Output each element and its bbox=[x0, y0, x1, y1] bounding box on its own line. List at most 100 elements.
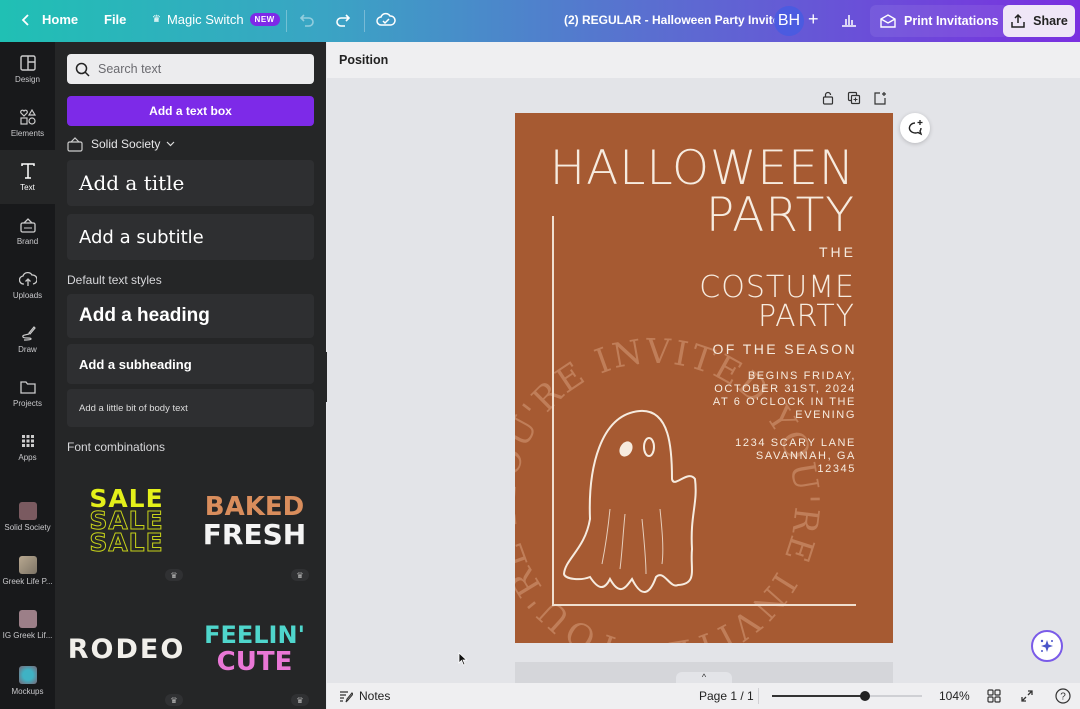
magic-assistant-button[interactable] bbox=[1031, 630, 1063, 662]
cloud-check-icon bbox=[376, 12, 396, 26]
font-combo-feelin-cute[interactable]: FEELIN' CUTE bbox=[197, 594, 312, 704]
text-icon bbox=[20, 163, 35, 179]
undo-icon bbox=[299, 14, 314, 27]
document-title[interactable]: (2) REGULAR - Halloween Party Invite bbox=[564, 13, 779, 27]
rail-item-projects[interactable]: Projects bbox=[0, 366, 55, 420]
print-invitations-button[interactable]: Print Invitations bbox=[870, 5, 1009, 37]
add-body-text-card[interactable]: Add a little bit of body text bbox=[67, 389, 314, 427]
font-combo-baked-fresh[interactable]: BAKED FRESH bbox=[197, 466, 312, 576]
brand-kit-selector[interactable]: Solid Society bbox=[67, 135, 175, 153]
rail-item-elements[interactable]: Elements bbox=[0, 96, 55, 150]
add-subtitle-card[interactable]: Add a subtitle bbox=[67, 214, 314, 260]
rail-item-greek-life[interactable]: Greek Life P... bbox=[0, 544, 55, 598]
detail-line: OCTOBER 31ST, 2024 bbox=[714, 383, 856, 395]
rail-label: Brand bbox=[16, 237, 39, 246]
duplicate-page-button[interactable] bbox=[847, 91, 861, 105]
shapes-icon bbox=[19, 108, 36, 125]
notes-label: Notes bbox=[359, 689, 391, 703]
rail-item-design[interactable]: Design bbox=[0, 42, 55, 96]
zoom-slider-fill bbox=[772, 695, 865, 697]
text-the[interactable]: THE bbox=[819, 245, 856, 259]
address-line: 1234 SCARY LANE bbox=[735, 437, 856, 449]
rail-label: Apps bbox=[18, 453, 37, 462]
title-costume-party[interactable]: PARTY bbox=[758, 302, 855, 332]
position-button[interactable]: Position bbox=[339, 53, 388, 67]
zoom-slider[interactable] bbox=[772, 691, 922, 701]
home-button[interactable]: Home bbox=[20, 12, 78, 27]
project-thumbnail bbox=[18, 556, 37, 574]
mockups-thumbnail bbox=[18, 666, 37, 684]
rail-label: IG Greek Lif... bbox=[2, 631, 53, 640]
magic-switch-button[interactable]: ♛ Magic Switch NEW bbox=[152, 12, 280, 27]
search-icon bbox=[75, 62, 90, 77]
lock-button[interactable] bbox=[821, 91, 835, 105]
page-label: Page 1 / 1 bbox=[699, 689, 754, 703]
premium-crown-icon: ♛ bbox=[291, 569, 309, 581]
add-subheading-card[interactable]: Add a subheading bbox=[67, 344, 314, 384]
insights-button[interactable] bbox=[840, 11, 858, 29]
page-indicator[interactable]: Page 1 / 1 bbox=[699, 683, 754, 709]
magic-switch-label: Magic Switch bbox=[166, 12, 244, 27]
frame-vertical-line bbox=[552, 216, 554, 606]
cloud-save-status[interactable] bbox=[376, 11, 396, 29]
ghost-illustration[interactable] bbox=[560, 409, 700, 599]
zoom-slider-knob[interactable] bbox=[860, 691, 870, 701]
address-line: 12345 bbox=[817, 463, 856, 475]
redo-button[interactable] bbox=[334, 11, 352, 29]
rail-label: Mockups bbox=[11, 687, 44, 696]
fullscreen-button[interactable] bbox=[1020, 683, 1034, 709]
event-address[interactable]: 1234 SCARY LANE SAVANNAH, GA 12345 bbox=[735, 437, 856, 476]
left-rail: Design Elements Text Brand Uploads Draw … bbox=[0, 42, 55, 709]
text-of-the-season[interactable]: OF THE SEASON bbox=[712, 342, 857, 356]
rail-item-uploads[interactable]: Uploads bbox=[0, 258, 55, 312]
combo-line: FRESH bbox=[202, 518, 307, 551]
help-icon: ? bbox=[1055, 688, 1071, 704]
add-subtitle-label: Add a subtitle bbox=[79, 226, 204, 248]
grid-view-button[interactable] bbox=[987, 683, 1001, 709]
add-heading-card[interactable]: Add a heading bbox=[67, 294, 314, 338]
rail-item-brand[interactable]: Brand bbox=[0, 204, 55, 258]
brand-kit-icon bbox=[67, 136, 83, 152]
font-combo-sale[interactable]: SALE SALE SALE bbox=[69, 466, 184, 576]
add-comment-button[interactable] bbox=[900, 113, 930, 143]
add-collaborator-button[interactable]: + bbox=[808, 9, 819, 30]
rail-item-apps[interactable]: Apps bbox=[0, 420, 55, 474]
redo-icon bbox=[336, 14, 351, 27]
address-line: SAVANNAH, GA bbox=[755, 450, 856, 462]
combo-line: SALE bbox=[89, 528, 164, 557]
font-combo-rodeo[interactable]: RODEO bbox=[68, 594, 184, 704]
font-combinations-label: Font combinations bbox=[67, 440, 166, 454]
rail-item-solid-society[interactable]: Solid Society bbox=[0, 490, 55, 544]
notes-button[interactable]: Notes bbox=[339, 683, 390, 709]
project-thumbnail bbox=[18, 502, 37, 520]
avatar[interactable]: BH bbox=[774, 6, 804, 36]
help-button[interactable]: ? bbox=[1055, 683, 1071, 709]
file-menu-button[interactable]: File bbox=[104, 12, 126, 27]
upload-icon bbox=[1011, 13, 1025, 28]
rail-item-text[interactable]: Text bbox=[0, 150, 55, 204]
design-page[interactable]: YOU'RE INVITED YOU'RE INVITED YOU'RE INV… bbox=[515, 113, 893, 643]
file-label: File bbox=[104, 12, 127, 27]
mouse-cursor-icon bbox=[458, 652, 468, 666]
event-details[interactable]: BEGINS FRIDAY, OCTOBER 31ST, 2024 AT 6 O… bbox=[713, 370, 856, 422]
title-halloween[interactable]: HALLOWEEN bbox=[550, 145, 855, 192]
rail-item-draw[interactable]: Draw bbox=[0, 312, 55, 366]
search-text-field[interactable] bbox=[67, 54, 314, 84]
rail-item-mockups[interactable]: Mockups bbox=[0, 654, 55, 708]
title-party[interactable]: PARTY bbox=[706, 192, 855, 239]
crown-icon: ♛ bbox=[152, 14, 161, 25]
premium-crown-icon: ♛ bbox=[165, 569, 183, 581]
search-input[interactable] bbox=[98, 62, 298, 76]
add-title-card[interactable]: Add a title bbox=[67, 160, 314, 206]
zoom-level-button[interactable]: 104% bbox=[939, 683, 970, 709]
undo-button[interactable] bbox=[298, 11, 316, 29]
add-page-button[interactable] bbox=[873, 91, 887, 105]
bottom-bar: Notes Page 1 / 1 104% ? bbox=[327, 683, 1080, 709]
rail-label: Text bbox=[20, 183, 35, 192]
home-label: Home bbox=[42, 12, 79, 27]
rail-item-ig-greek-life[interactable]: IG Greek Lif... bbox=[0, 598, 55, 652]
share-button[interactable]: Share bbox=[1003, 5, 1075, 37]
add-text-box-button[interactable]: Add a text box bbox=[67, 96, 314, 126]
rail-label: Design bbox=[15, 75, 40, 84]
detail-line: AT 6 O'CLOCK IN THE bbox=[712, 396, 856, 408]
